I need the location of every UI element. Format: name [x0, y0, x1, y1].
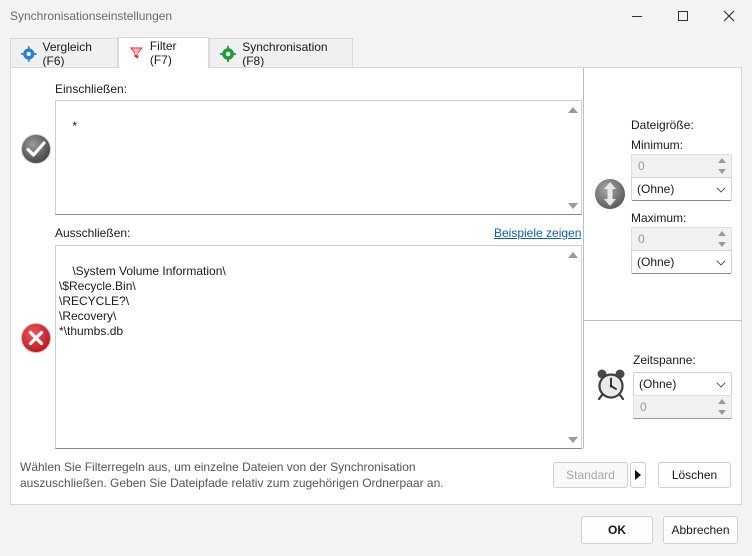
- tab-synchronisation[interactable]: Synchronisation (F8): [209, 38, 353, 68]
- minimum-label: Minimum:: [631, 138, 684, 152]
- timespan-spin-buttons[interactable]: [715, 396, 731, 418]
- scroll-up-icon: [568, 107, 578, 113]
- include-scrollbar[interactable]: [565, 101, 581, 214]
- scroll-down-icon: [568, 203, 578, 209]
- maximize-button[interactable]: [660, 0, 706, 32]
- timespan-select-value: (Ohne): [639, 377, 677, 391]
- tab-label: Filter (F7): [149, 39, 177, 67]
- minimum-unit-select[interactable]: (Ohne): [631, 177, 732, 201]
- tab-vergleich[interactable]: Vergleich (F6): [10, 38, 118, 68]
- filesize-label: Dateigröße:: [631, 118, 694, 132]
- filesize-icon: [594, 178, 626, 213]
- gear-green-icon: [220, 45, 237, 62]
- timespan-select[interactable]: (Ohne): [633, 372, 732, 396]
- maximum-label: Maximum:: [631, 211, 687, 225]
- spin-up-icon: [718, 231, 726, 236]
- spin-up-icon: [718, 158, 726, 163]
- ok-button-label: OK: [608, 523, 626, 537]
- maximum-unit-value: (Ohne): [637, 255, 675, 269]
- spin-down-icon: [718, 242, 726, 247]
- tab-label: Vergleich (F6): [42, 39, 92, 68]
- filter-panel: Einschließen: * Ausschließen: Beispiele …: [10, 67, 742, 505]
- include-text: *: [72, 119, 78, 133]
- standard-menu-button[interactable]: [630, 462, 646, 488]
- include-label: Einschließen:: [55, 82, 128, 96]
- standard-button[interactable]: Standard: [553, 462, 628, 488]
- scroll-down-icon: [568, 437, 578, 443]
- chevron-down-icon: [716, 183, 726, 193]
- include-textarea[interactable]: *: [55, 100, 582, 215]
- minimize-button[interactable]: [614, 0, 660, 32]
- tab-label: Synchronisation (F8): [242, 39, 328, 68]
- checkmark-icon: [20, 133, 52, 168]
- minimum-value: 0: [638, 159, 645, 173]
- examples-link[interactable]: Beispiele zeigen: [494, 226, 581, 240]
- close-button[interactable]: [706, 0, 752, 32]
- hint-text: Wählen Sie Filterregeln aus, um einzelne…: [20, 460, 444, 490]
- chevron-down-icon: [716, 256, 726, 266]
- spin-down-icon: [718, 169, 726, 174]
- maximum-spinner[interactable]: 0: [631, 227, 732, 251]
- clear-button[interactable]: Löschen: [658, 462, 731, 488]
- tab-filter[interactable]: Filter (F7): [118, 37, 209, 68]
- scroll-up-icon: [568, 252, 578, 258]
- timespan-label: Zeitspanne:: [633, 353, 696, 367]
- exclude-text: \System Volume Information\ \$Recycle.Bi…: [59, 264, 226, 338]
- minimum-unit-value: (Ohne): [637, 182, 675, 196]
- minimize-icon: [632, 15, 642, 17]
- cross-icon: [20, 322, 52, 357]
- maximum-spin-buttons[interactable]: [715, 228, 731, 250]
- alarm-clock-icon: [595, 368, 627, 403]
- ok-button[interactable]: OK: [581, 516, 653, 544]
- vertical-divider: [583, 68, 584, 449]
- minimum-spinner[interactable]: 0: [631, 154, 732, 178]
- timespan-spinner[interactable]: 0: [633, 395, 732, 419]
- maximum-value: 0: [638, 232, 645, 246]
- cancel-button[interactable]: Abbrechen: [663, 516, 738, 544]
- minimum-spin-buttons[interactable]: [715, 155, 731, 177]
- standard-button-label: Standard: [566, 468, 615, 482]
- timespan-value: 0: [640, 400, 647, 414]
- gear-blue-icon: [21, 45, 37, 62]
- clear-button-label: Löschen: [671, 468, 718, 482]
- chevron-down-icon: [716, 378, 726, 388]
- maximize-icon: [678, 11, 688, 21]
- spin-up-icon: [718, 399, 726, 404]
- title-bar: Synchronisationseinstellungen: [0, 0, 752, 32]
- play-arrow-icon: [635, 470, 641, 480]
- maximum-unit-select[interactable]: (Ohne): [631, 250, 732, 274]
- window-title: Synchronisationseinstellungen: [10, 9, 173, 23]
- horizontal-divider: [584, 320, 742, 321]
- close-icon: [723, 10, 735, 22]
- spin-down-icon: [718, 410, 726, 415]
- exclude-textarea[interactable]: \System Volume Information\ \$Recycle.Bi…: [55, 245, 582, 449]
- exclude-label: Ausschließen:: [55, 226, 131, 240]
- exclude-scrollbar[interactable]: [565, 246, 581, 448]
- funnel-red-icon: [129, 47, 143, 59]
- cancel-button-label: Abbrechen: [671, 523, 730, 537]
